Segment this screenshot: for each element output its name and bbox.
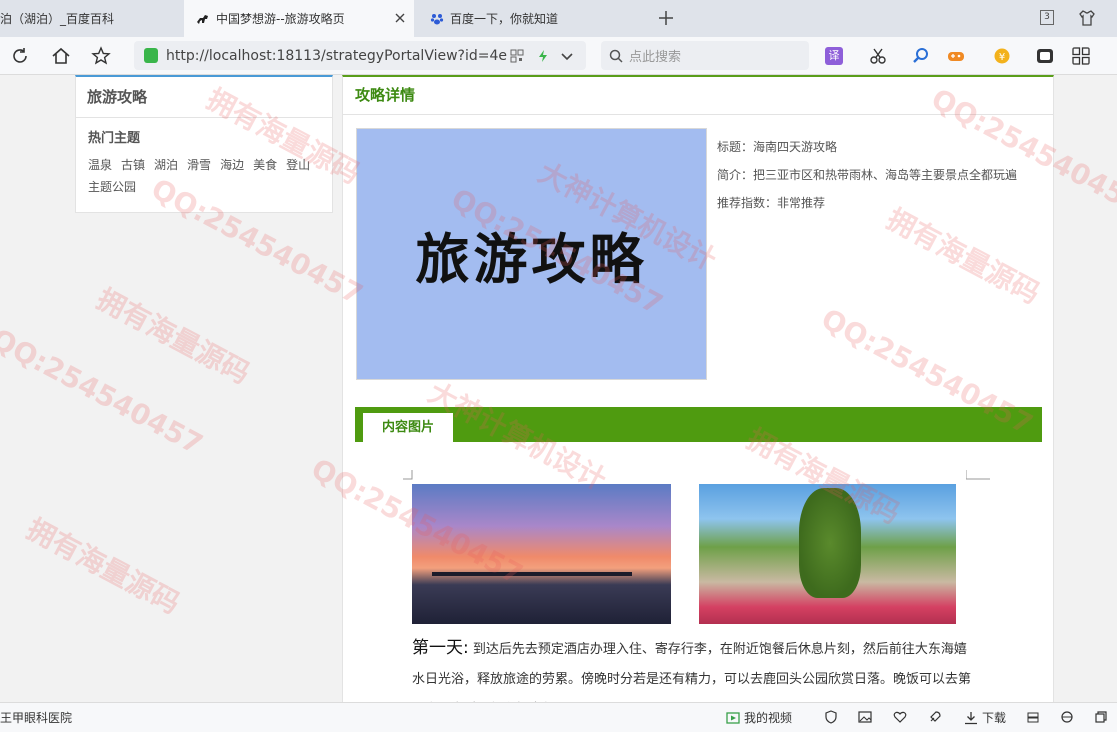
cover-image-text: 旅游攻略: [415, 226, 648, 291]
baidu-paw-icon: [430, 13, 444, 24]
crop-corner-icon: [403, 470, 413, 480]
tab-label: 泊（湖泊）_百度百科: [0, 12, 115, 26]
window-restore-icon[interactable]: [1094, 710, 1108, 724]
url-text: http://localhost:18113/strategyPortalVie…: [166, 47, 507, 64]
scissors-icon[interactable]: [869, 47, 887, 65]
sunset-pier-photo: [412, 484, 671, 624]
browser-tab-bar: 泊（湖泊）_百度百科 中国梦想游--旅游攻略页 百度一下，你就知道 3: [0, 0, 1117, 37]
cover-image: 旅游攻略: [356, 128, 707, 380]
hot-topic-link[interactable]: 美食: [253, 158, 277, 172]
tab-baike[interactable]: 泊（湖泊）_百度百科: [0, 0, 184, 37]
tab-content-images[interactable]: 内容图片: [363, 413, 453, 442]
tab-baidu[interactable]: 百度一下，你就知道: [418, 0, 648, 37]
strategy-detail-panel: 攻略详情 旅游攻略 标题：海南四天游攻略 简介：把三亚市区和热带雨林、海岛等主要…: [342, 75, 1054, 702]
article-text: 到达后先去预定酒店办理入住、寄存行李，在附近饱餐后休息片刻，然后前往大东海嬉水日…: [412, 642, 972, 687]
hot-topics-heading: 热门主题: [88, 131, 141, 146]
topiary-hand-shape: [799, 488, 861, 598]
watermark: QQ:254540457: [0, 321, 209, 462]
browser-status-bar: 王甲眼科医院 我的视频 下载: [0, 702, 1117, 732]
chevron-down-icon[interactable]: [560, 49, 574, 63]
close-icon[interactable]: [394, 12, 406, 24]
download-label: 下载: [982, 711, 1007, 725]
rocket-icon[interactable]: [928, 710, 942, 724]
tab-label: 中国梦想游--旅游攻略页: [216, 12, 345, 26]
sidebar-title: 旅游攻略: [76, 77, 332, 118]
lightning-icon[interactable]: [536, 49, 550, 63]
hot-topic-link[interactable]: 海边: [220, 158, 244, 172]
article-body: 第一天: 到达后先去预定酒店办理入住、寄存行李，在附近饱餐后休息片刻，然后前往大…: [412, 633, 972, 702]
hot-topic-link[interactable]: 滑雪: [187, 158, 211, 172]
new-tab-plus-icon[interactable]: [656, 8, 676, 28]
status-link-text: 王甲眼科医院: [0, 711, 73, 725]
hot-topic-link[interactable]: 登山: [286, 158, 310, 172]
cloud-sync-icon[interactable]: [1026, 710, 1040, 724]
heart-pulse-icon[interactable]: [893, 710, 907, 724]
my-video-label: 我的视频: [744, 711, 793, 725]
download-icon: [965, 711, 977, 724]
hot-topic-link[interactable]: 温泉: [88, 158, 112, 172]
pier-silhouette: [432, 572, 632, 576]
strategy-title-line: 标题：海南四天游攻略: [717, 140, 838, 154]
search-placeholder: 点此搜索: [629, 50, 682, 65]
wallet-coin-icon[interactable]: ¥: [993, 47, 1011, 65]
hot-topic-link[interactable]: 主题公园: [88, 180, 136, 194]
detail-title: 攻略详情: [343, 77, 1053, 115]
qr-code-icon[interactable]: [510, 49, 524, 63]
strategy-intro-line: 简介：把三亚市区和热带雨林、海岛等主要景点全都玩遍: [717, 168, 1018, 182]
search-input[interactable]: 点此搜索: [601, 41, 809, 70]
tab-count-badge[interactable]: 3: [1040, 10, 1054, 25]
address-toolbar: http://localhost:18113/strategyPortalVie…: [0, 37, 1117, 75]
refresh-icon[interactable]: [9, 45, 31, 67]
watermark: 拥有海量源码: [21, 512, 186, 621]
strategy-sidebar: 旅游攻略 热门主题 温泉 古镇 湖泊 滑雪 海边 美食 登山 主题公园: [75, 75, 333, 213]
topiary-park-photo: [699, 484, 956, 624]
hot-topic-link[interactable]: 古镇: [121, 158, 145, 172]
svg-text:¥: ¥: [999, 52, 1005, 63]
image-icon[interactable]: [858, 710, 872, 724]
hot-topic-link[interactable]: 湖泊: [154, 158, 178, 172]
content-tab-strip: 内容图片: [355, 407, 1042, 442]
my-video-button[interactable]: 我的视频: [726, 709, 792, 726]
security-shield-icon: [144, 48, 158, 63]
gamepad-icon[interactable]: [947, 47, 965, 65]
shield-icon[interactable]: [824, 710, 838, 724]
tab-strategy-active[interactable]: 中国梦想游--旅游攻略页: [184, 0, 414, 37]
hot-topics-list: 温泉 古镇 湖泊 滑雪 海边 美食 登山 主题公园: [76, 146, 332, 198]
video-play-icon: [726, 711, 740, 724]
translate-extension-icon[interactable]: 译: [825, 47, 843, 65]
shirt-skin-icon[interactable]: [1078, 9, 1096, 27]
home-icon[interactable]: [50, 45, 72, 67]
strategy-rating-line: 推荐指数：非常推荐: [717, 196, 826, 210]
horse-icon: [197, 14, 208, 24]
search-icon: [609, 49, 623, 63]
strategy-info: 标题：海南四天游攻略 简介：把三亚市区和热带雨林、海岛等主要景点全都玩遍 推荐指…: [717, 133, 1017, 217]
url-input[interactable]: http://localhost:18113/strategyPortalVie…: [134, 41, 586, 70]
crop-corner-icon: [966, 470, 990, 480]
watermark: 拥有海量源码: [91, 282, 256, 391]
star-bookmark-icon[interactable]: [90, 45, 112, 67]
page-content: 旅游攻略 热门主题 温泉 古镇 湖泊 滑雪 海边 美食 登山 主题公园 攻略详情 旅游攻略 …: [0, 75, 1117, 702]
tab-label: 百度一下，你就知道: [450, 12, 559, 26]
magnifier-extension-icon[interactable]: [912, 47, 930, 65]
ie-compat-icon[interactable]: [1060, 710, 1074, 724]
download-button[interactable]: 下载: [964, 709, 1006, 726]
article-day-colon: :: [463, 638, 469, 658]
apps-grid-icon[interactable]: [1072, 47, 1090, 65]
article-day: 第一天: [412, 638, 463, 658]
box-extension-icon[interactable]: [1036, 47, 1054, 65]
